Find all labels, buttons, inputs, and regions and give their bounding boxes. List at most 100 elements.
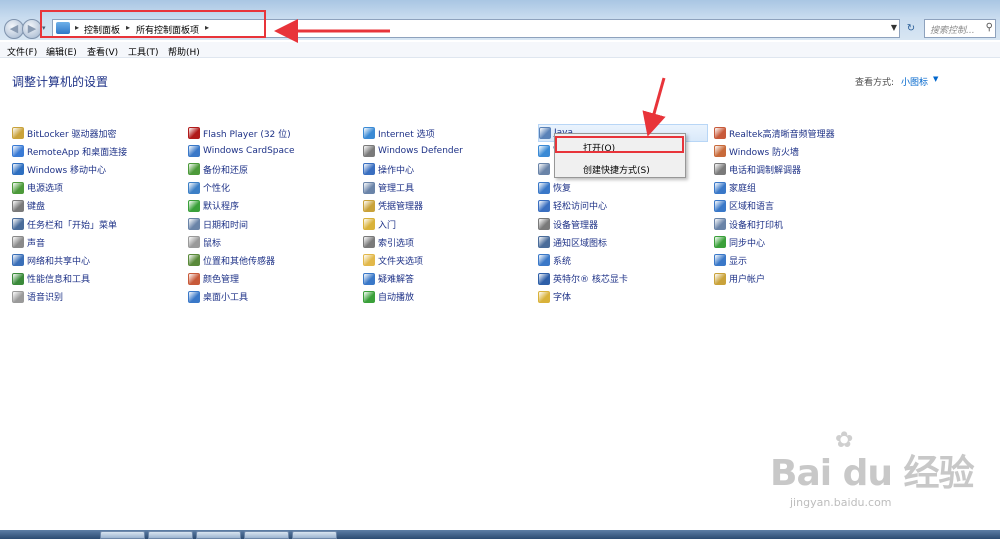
control-panel-item[interactable]: Windows CardSpace (188, 142, 295, 160)
windows-update-icon (538, 145, 550, 158)
menu-view[interactable]: 查看(V) (87, 45, 118, 58)
control-panel-item[interactable]: 电话和调制解调器 (714, 160, 835, 178)
control-panel-item[interactable]: 凭据管理器 (363, 197, 463, 215)
taskbar-button[interactable] (100, 531, 145, 539)
cardspace-icon (188, 145, 200, 158)
control-panel-item[interactable]: 语音识别 (12, 288, 127, 306)
device-manager-icon (538, 218, 550, 231)
credential-icon (363, 199, 375, 212)
control-panel-item-label: 位置和其他传感器 (203, 256, 276, 267)
control-panel-item[interactable]: 家庭组 (714, 179, 835, 197)
control-panel-item[interactable]: 恢复 (538, 179, 708, 197)
menu-help[interactable]: 帮助(H) (168, 45, 200, 58)
control-panel-item[interactable]: 通知区域图标 (538, 233, 708, 251)
control-panel-item-label: 区域和语言 (729, 202, 775, 213)
control-panel-item-label: 同步中心 (729, 238, 766, 249)
control-panel-item[interactable]: 同步中心 (714, 233, 835, 251)
context-menu-create-shortcut[interactable]: 创建快捷方式(S) (583, 163, 650, 176)
control-panel-item[interactable]: 入门 (363, 215, 463, 233)
control-panel-item[interactable]: 文件夹选项 (363, 251, 463, 269)
back-button[interactable]: ◀ (4, 19, 24, 39)
control-panel-item-label: 入门 (378, 220, 397, 231)
control-panel-item[interactable]: 自动播放 (363, 288, 463, 306)
control-panel-item[interactable]: 任务栏和「开始」菜单 (12, 215, 127, 233)
control-panel-item-label: 任务栏和「开始」菜单 (27, 220, 118, 231)
address-dropdown-icon[interactable]: ▼ (891, 23, 897, 32)
menu-file[interactable]: 文件(F) (7, 45, 37, 58)
control-panel-item-label: 键盘 (27, 202, 46, 213)
control-panel-item[interactable]: 声音 (12, 233, 127, 251)
control-panel-item[interactable]: 桌面小工具 (188, 288, 295, 306)
control-panel-item-label: 用户帐户 (729, 275, 766, 286)
forward-button[interactable]: ▶ (22, 19, 42, 39)
ease-of-access-icon (538, 199, 550, 212)
microphone-icon (12, 290, 24, 303)
control-panel-item[interactable]: 英特尔® 核芯显卡 (538, 270, 708, 288)
control-panel-item[interactable]: 颜色管理 (188, 270, 295, 288)
control-panel-item-label: 桌面小工具 (203, 293, 249, 304)
control-panel-item[interactable]: 鼠标 (188, 233, 295, 251)
personalize-icon (188, 181, 200, 194)
control-panel-item[interactable]: 显示 (714, 251, 835, 269)
control-panel-item[interactable]: 设备和打印机 (714, 215, 835, 233)
control-panel-item[interactable]: 备份和还原 (188, 160, 295, 178)
control-panel-item[interactable]: 区域和语言 (714, 197, 835, 215)
control-panel-item[interactable]: 设备管理器 (538, 215, 708, 233)
control-panel-item[interactable]: 字体 (538, 288, 708, 306)
control-panel-item-label: 设备和打印机 (729, 220, 784, 231)
gadgets-icon (188, 290, 200, 303)
control-panel-item[interactable]: 键盘 (12, 197, 127, 215)
control-panel-item[interactable]: Windows 移动中心 (12, 160, 127, 178)
search-input[interactable]: 搜索控制... ⚲ (924, 19, 996, 38)
taskbar-button[interactable] (292, 531, 337, 539)
control-panel-item[interactable]: 疑难解答 (363, 270, 463, 288)
view-by-label: 查看方式: (855, 78, 895, 88)
taskbar-button[interactable] (244, 531, 289, 539)
autoplay-icon (363, 290, 375, 303)
control-panel-item[interactable]: 管理工具 (363, 179, 463, 197)
control-panel-item[interactable]: 轻松访问中心 (538, 197, 708, 215)
control-panel-item[interactable]: 用户帐户 (714, 270, 835, 288)
realtek-icon (714, 127, 726, 140)
color-management-icon (188, 272, 200, 285)
control-panel-item[interactable]: 操作中心 (363, 160, 463, 178)
fonts-icon (538, 290, 550, 303)
view-by-dropdown[interactable]: 小图标 (901, 75, 928, 88)
control-panel-item[interactable]: BitLocker 驱动器加密 (12, 124, 127, 142)
control-panel-item-label: RemoteApp 和桌面连接 (27, 147, 128, 158)
printer-icon (714, 218, 726, 231)
control-panel-item-label: 系统 (553, 256, 572, 267)
control-panel-item[interactable]: Internet 选项 (363, 124, 463, 142)
taskbar-button[interactable] (148, 531, 193, 539)
taskbar-button[interactable] (196, 531, 241, 539)
defender-icon (363, 145, 375, 158)
control-panel-item-label: 恢复 (553, 184, 572, 195)
control-panel-item[interactable]: 网络和共享中心 (12, 251, 127, 269)
control-panel-item[interactable]: Flash Player (32 位) (188, 124, 295, 142)
control-panel-item[interactable]: RemoteApp 和桌面连接 (12, 142, 127, 160)
control-panel-item[interactable]: 系统 (538, 251, 708, 269)
refresh-button[interactable]: ↻ (902, 19, 920, 38)
control-panel-item[interactable]: 日期和时间 (188, 215, 295, 233)
chevron-down-icon[interactable]: ▼ (933, 75, 938, 83)
control-panel-item[interactable]: 个性化 (188, 179, 295, 197)
search-icon[interactable]: ⚲ (986, 22, 993, 33)
menu-edit[interactable]: 编辑(E) (46, 45, 77, 58)
control-panel-item[interactable]: 默认程序 (188, 197, 295, 215)
control-panel-item[interactable]: Windows Defender (363, 142, 463, 160)
annotation-box-open (555, 136, 684, 153)
menu-tools[interactable]: 工具(T) (128, 45, 159, 58)
network-icon (12, 254, 24, 267)
getting-started-icon (363, 218, 375, 231)
remoteapp-icon (12, 145, 24, 158)
control-panel-item-label: 备份和还原 (203, 165, 249, 176)
phone-modem-icon (714, 163, 726, 176)
control-panel-item[interactable]: 电源选项 (12, 179, 127, 197)
control-panel-item-label: 管理工具 (378, 184, 415, 195)
control-panel-item[interactable]: 性能信息和工具 (12, 270, 127, 288)
display-icon (714, 254, 726, 267)
control-panel-item[interactable]: 索引选项 (363, 233, 463, 251)
control-panel-item[interactable]: 位置和其他传感器 (188, 251, 295, 269)
control-panel-item[interactable]: Realtek高清晰音频管理器 (714, 124, 835, 142)
control-panel-item[interactable]: Windows 防火墙 (714, 142, 835, 160)
